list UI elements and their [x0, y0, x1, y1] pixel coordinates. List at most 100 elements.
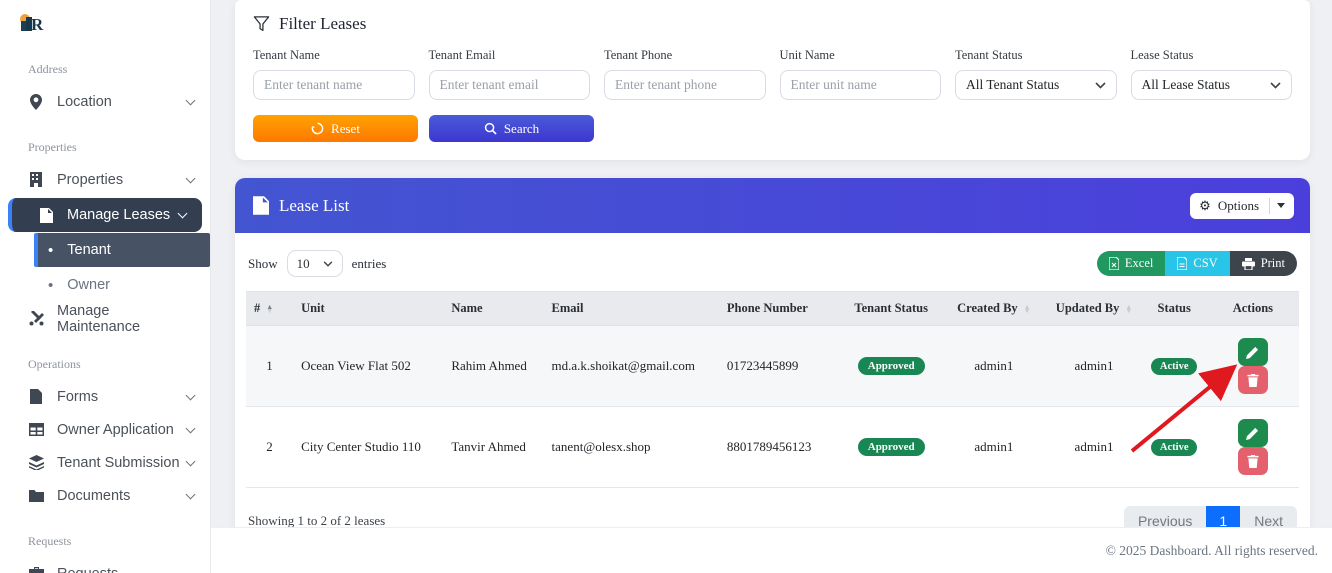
sidebar-item-owner-application[interactable]: Owner Application — [0, 413, 210, 446]
sidebar-item-tenant-submission[interactable]: Tenant Submission — [0, 446, 210, 479]
tenant-status-badge: Approved — [857, 357, 925, 375]
lease-list-title: Lease List — [279, 195, 350, 215]
sidebar-item-label: Properties — [57, 171, 124, 188]
col-header-label: Updated By — [1055, 301, 1120, 315]
excel-label: Excel — [1124, 256, 1154, 270]
col-header-phone[interactable]: Phone Number — [718, 291, 842, 326]
col-header-label: Actions — [1232, 301, 1274, 315]
options-button[interactable]: ⚙ Options — [1190, 192, 1294, 219]
sidebar-subitem-label: Owner — [67, 277, 110, 293]
sidebar: R Address Location Properties Properties… — [0, 0, 211, 573]
csv-button[interactable]: CSV — [1165, 251, 1230, 276]
app-logo[interactable]: R — [0, 0, 210, 40]
chevron-down-icon — [185, 95, 196, 105]
sidebar-item-manage-leases[interactable]: Manage Leases — [8, 198, 202, 232]
filter-fields: Tenant Name Tenant Email Tenant Phone Un… — [253, 48, 1292, 100]
folder-icon — [28, 488, 44, 504]
trash-icon — [1247, 454, 1259, 468]
building-icon — [28, 172, 44, 188]
print-button[interactable]: Print — [1229, 251, 1297, 276]
page-size-value: 10 — [296, 255, 310, 271]
delete-button[interactable] — [1237, 447, 1268, 475]
tenant-email-input[interactable] — [428, 70, 590, 100]
tenant-phone-input[interactable] — [604, 70, 766, 100]
col-header-label: Phone Number — [726, 301, 808, 315]
sidebar-subitem-owner[interactable]: • Owner — [34, 268, 210, 302]
page-size-select[interactable]: 10 — [286, 250, 343, 277]
col-header-name[interactable]: Name — [443, 291, 544, 326]
pencil-icon — [1246, 346, 1259, 359]
sidebar-item-requests[interactable]: Requests — [0, 557, 210, 573]
tenant-status-select[interactable]: All Tenant Status — [955, 70, 1117, 100]
filter-title-row: Filter Leases — [253, 14, 1292, 34]
sidebar-item-label: Documents — [57, 487, 131, 504]
cell-num: 2 — [246, 406, 294, 488]
cell-phone: 01723445899 — [718, 325, 842, 407]
chevron-down-icon — [185, 456, 196, 466]
delete-button[interactable] — [1237, 366, 1268, 394]
field-unit-name: Unit Name — [779, 48, 941, 100]
col-header-tenant-status[interactable]: Tenant Status — [841, 291, 942, 326]
sidebar-item-label: Tenant Submission — [57, 454, 180, 471]
bullet-icon: • — [48, 276, 54, 294]
main-content: Filter Leases Tenant Name Tenant Email T… — [211, 0, 1332, 573]
search-button[interactable]: Search — [429, 115, 594, 142]
file-icon — [38, 207, 54, 223]
cell-actions — [1206, 325, 1299, 407]
sidebar-item-documents[interactable]: Documents — [0, 479, 210, 512]
lease-list-header: Lease List ⚙ Options — [235, 178, 1310, 233]
cell-created-by: admin1 — [941, 406, 1047, 488]
cell-tenant-status: Approved — [841, 325, 942, 407]
map-pin-icon — [28, 93, 44, 110]
field-tenant-name: Tenant Name — [253, 48, 415, 100]
chevron-down-icon — [177, 208, 188, 219]
search-icon — [484, 122, 497, 135]
col-header-status[interactable]: Status — [1141, 291, 1207, 326]
filter-title: Filter Leases — [279, 14, 367, 33]
sidebar-item-properties[interactable]: Properties — [0, 163, 210, 196]
briefcase-icon — [28, 566, 44, 573]
lease-status-select[interactable]: All Lease Status — [1130, 70, 1292, 100]
col-header-label: Created By — [957, 301, 1018, 315]
sidebar-item-label: Manage Leases — [67, 207, 171, 223]
sidebar-subitem-tenant[interactable]: • Tenant — [34, 233, 210, 267]
cell-num: 1 — [246, 325, 294, 407]
field-label: Unit Name — [779, 48, 835, 62]
sidebar-subitem-label: Tenant — [67, 242, 111, 258]
col-header-label: Name — [451, 301, 483, 315]
col-header-label: Email — [551, 301, 584, 315]
sidebar-item-label: Forms — [57, 388, 99, 405]
col-header-label: Tenant Status — [854, 301, 928, 315]
col-header-created-by[interactable]: Created By ▲ ▼ — [941, 291, 1047, 326]
table-controls: Show 10 entries Excel CSV Print — [248, 250, 1297, 277]
sidebar-item-label: Location — [57, 93, 112, 110]
edit-button[interactable] — [1237, 419, 1268, 447]
field-label: Tenant Name — [253, 48, 320, 62]
sidebar-item-manage-maintenance[interactable]: Manage Maintenance — [0, 302, 210, 335]
cell-name: Rahim Ahmed — [443, 325, 544, 407]
divider — [1269, 197, 1270, 214]
field-lease-status: Lease Status All Lease Status — [1130, 48, 1292, 100]
cell-status: Active — [1141, 406, 1207, 488]
lease-list-panel: Lease List ⚙ Options Show 10 entries Exc… — [235, 178, 1310, 552]
document-icon — [253, 196, 269, 215]
sidebar-item-forms[interactable]: Forms — [0, 380, 210, 413]
chevron-down-icon — [1270, 81, 1281, 89]
section-label-properties: Properties — [28, 140, 77, 154]
col-header-num[interactable]: # ▲ ▼ — [246, 291, 294, 326]
sort-icon: ▲ ▼ — [266, 302, 274, 316]
chevron-down-icon — [185, 489, 196, 499]
svg-text:R: R — [31, 15, 44, 34]
edit-button[interactable] — [1237, 338, 1268, 366]
sidebar-item-location[interactable]: Location — [0, 85, 210, 118]
unit-name-input[interactable] — [779, 70, 941, 100]
col-header-updated-by[interactable]: Updated By ▲ ▼ — [1046, 291, 1142, 326]
excel-button[interactable]: Excel — [1096, 251, 1166, 276]
trash-icon — [1247, 373, 1259, 387]
col-header-email[interactable]: Email — [543, 291, 719, 326]
col-header-unit[interactable]: Unit — [293, 291, 444, 326]
tools-icon — [28, 311, 44, 327]
reset-button[interactable]: Reset — [253, 115, 418, 142]
copyright-text: © 2025 Dashboard. All rights reserved. — [1105, 542, 1318, 558]
tenant-name-input[interactable] — [253, 70, 415, 100]
